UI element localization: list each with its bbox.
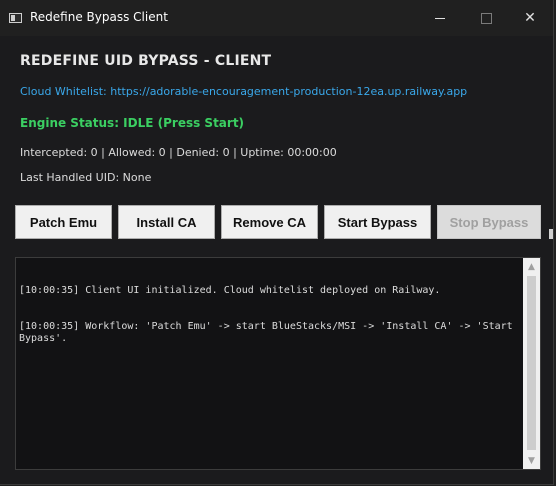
maximize-icon [480, 12, 492, 24]
maximize-button [463, 0, 509, 36]
log-text: [10:00:35] Client UI initialized. Cloud … [19, 261, 521, 369]
app-window: Redefine Bypass Client ✕ REDEFINE UID BY… [0, 0, 554, 485]
cloud-whitelist-label: Cloud Whitelist: https://adorable-encour… [20, 85, 468, 98]
log-line: [10:00:35] Workflow: 'Patch Emu' -> star… [19, 321, 519, 344]
patch-emu-button[interactable]: Patch Emu [15, 205, 112, 239]
stop-bypass-button: Stop Bypass [437, 205, 541, 239]
log-line: [10:00:35] Client UI initialized. Cloud … [19, 285, 441, 296]
log-scrollbar[interactable]: ▲ ▼ [523, 258, 540, 469]
window-edge-tick [549, 229, 553, 239]
window-title: Redefine Bypass Client [30, 10, 168, 24]
stats-line: Intercepted: 0 | Allowed: 0 | Denied: 0 … [20, 146, 337, 159]
engine-status: Engine Status: IDLE (Press Start) [20, 116, 245, 130]
title-bar[interactable]: Redefine Bypass Client ✕ [0, 0, 553, 36]
page-title: REDEFINE UID BYPASS - CLIENT [20, 53, 272, 69]
last-handled-uid: Last Handled UID: None [20, 171, 152, 184]
log-output[interactable]: [10:00:35] Client UI initialized. Cloud … [15, 257, 541, 470]
close-icon: ✕ [524, 10, 536, 26]
scroll-thumb[interactable] [527, 276, 536, 450]
start-bypass-button[interactable]: Start Bypass [324, 205, 431, 239]
minimize-button[interactable] [417, 0, 463, 36]
install-ca-button[interactable]: Install CA [118, 205, 215, 239]
minimize-icon [435, 17, 445, 19]
scroll-down-arrow-icon[interactable]: ▼ [523, 452, 540, 469]
close-button[interactable]: ✕ [507, 0, 553, 36]
remove-ca-button[interactable]: Remove CA [221, 205, 318, 239]
scroll-up-arrow-icon[interactable]: ▲ [523, 258, 540, 275]
app-window-icon [9, 13, 22, 23]
